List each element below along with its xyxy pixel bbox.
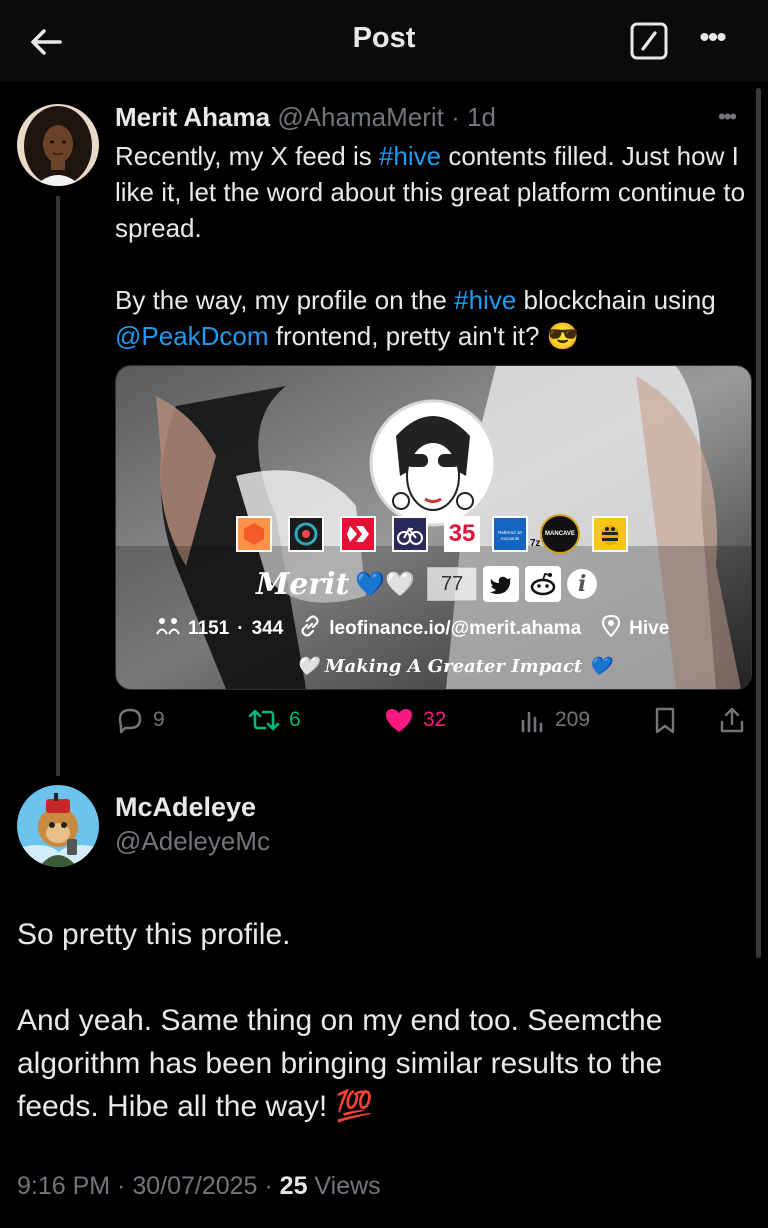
reply-text: So pretty this profile. And yeah. Same t… [17, 913, 752, 1128]
following-count[interactable]: 344 [252, 618, 284, 640]
badge-referred[interactable]: Referred 10 Accounts [492, 516, 528, 552]
like-button[interactable]: 32 [383, 700, 446, 740]
profile-stats-row: 1151 · 344 leofinance.io/@merit.ahama Hi… [156, 614, 670, 644]
text-segment: frontend, pretty ain't it? 😎 [268, 321, 580, 351]
views-button[interactable]: 209 [517, 700, 590, 740]
post-paragraph-1: Recently, my X feed is #hive contents fi… [115, 138, 755, 246]
views-count: 209 [555, 708, 591, 731]
reply-author-handle[interactable]: @AdeleyeMc [115, 826, 270, 857]
stats-separator: · [237, 618, 244, 639]
more-options-icon[interactable]: ••• [690, 18, 734, 62]
tagline-suffix: 💙 [588, 656, 611, 677]
badge-7z: 7z [530, 538, 541, 549]
profile-tagline: 🤍 Making A Greater Impact 💙 [296, 656, 611, 677]
top-bar: Post ••• [0, 0, 768, 82]
reply-date[interactable]: 30/07/2025 [132, 1172, 257, 1200]
heart-icon [386, 709, 412, 732]
reply-time[interactable]: 9:16 PM [17, 1172, 110, 1200]
scrollbar[interactable] [756, 88, 761, 958]
mention-link[interactable]: @PeakDcom [115, 321, 269, 351]
location-icon [601, 614, 621, 644]
avatar[interactable] [17, 785, 99, 867]
twitter-icon[interactable] [483, 566, 520, 602]
followers-icon [156, 616, 180, 642]
meta-separator: · [257, 1172, 280, 1200]
profile-name: Merit [256, 566, 350, 602]
meta-separator: · [110, 1172, 133, 1200]
share-icon [720, 707, 744, 733]
author-name[interactable]: Merit Ahama [115, 102, 270, 132]
post-paragraph-2: By the way, my profile on the #hive bloc… [115, 282, 755, 354]
reply-count: 9 [153, 708, 165, 731]
text-segment: By the way, my profile on the [115, 285, 455, 315]
badge-mancave[interactable]: MANCAVE [540, 514, 580, 554]
badge-icon[interactable] [236, 516, 272, 552]
reply-views-label: Views [307, 1172, 381, 1200]
followers-count[interactable]: 1151 [188, 618, 229, 640]
text-segment: Recently, my X feed is [115, 141, 379, 171]
badge-icon[interactable] [288, 516, 324, 552]
profile-website-link[interactable]: leofinance.io/@merit.ahama [329, 618, 581, 640]
reddit-icon[interactable] [525, 566, 562, 602]
bookmark-icon [655, 707, 675, 734]
reply-author-name[interactable]: McAdeleye [115, 792, 256, 823]
badge-35[interactable]: 35 [444, 516, 480, 552]
hive-badge-icon[interactable] [340, 516, 376, 552]
post-action-bar: 9 6 32 209 [115, 700, 755, 740]
badge-row: 35 Referred 10 Accounts 7z MANCAVE [236, 514, 636, 554]
reply-paragraph-2: And yeah. Same thing on my end too. Seem… [17, 1004, 663, 1123]
reply-metadata: 9:16 PM · 30/07/2025 · 25 Views [17, 1172, 381, 1201]
hashtag-link[interactable]: #hive [454, 285, 516, 315]
profile-name-row: Merit 💙🤍 77 i [256, 566, 598, 602]
reply-paragraph-1: So pretty this profile. [17, 918, 291, 951]
bee-badge-icon[interactable] [592, 516, 628, 552]
repost-count: 6 [289, 708, 301, 731]
share-button[interactable] [717, 700, 747, 740]
thread-connector-line [56, 196, 60, 776]
reputation-badge: 77 [427, 567, 478, 601]
reply-views-count[interactable]: 25 [280, 1172, 308, 1200]
post-time[interactable]: 1d [467, 102, 496, 132]
bicycle-badge-icon[interactable] [392, 516, 428, 552]
like-count: 32 [423, 708, 447, 731]
text-segment: blockchain using [516, 285, 716, 315]
post-header: Merit Ahama @AhamaMerit · 1d [115, 102, 496, 133]
header-separator: · [443, 102, 467, 132]
profile-location: Hive [629, 618, 670, 639]
compose-icon[interactable] [630, 22, 668, 60]
post-image[interactable]: 35 Referred 10 Accounts 7z MANCAVE Merit… [115, 365, 752, 690]
reply-icon [118, 708, 142, 734]
post-text: Recently, my X feed is #hive contents fi… [115, 138, 755, 354]
profile-hearts: 💙🤍 [355, 570, 416, 598]
hashtag-link[interactable]: #hive [379, 141, 441, 171]
tagline-text: Making A Greater Impact [324, 656, 583, 677]
repost-icon [248, 709, 280, 731]
post-more-icon[interactable]: ••• [718, 104, 737, 130]
tagline-prefix: 🤍 [296, 656, 319, 677]
info-icon[interactable]: i [567, 569, 598, 599]
bookmark-button[interactable] [651, 700, 679, 740]
views-chart-icon [521, 711, 543, 733]
link-icon [299, 615, 321, 643]
repost-button[interactable]: 6 [247, 700, 301, 740]
avatar[interactable] [17, 104, 99, 186]
reply-button[interactable]: 9 [115, 700, 165, 740]
author-handle[interactable]: @AhamaMerit [277, 102, 444, 132]
